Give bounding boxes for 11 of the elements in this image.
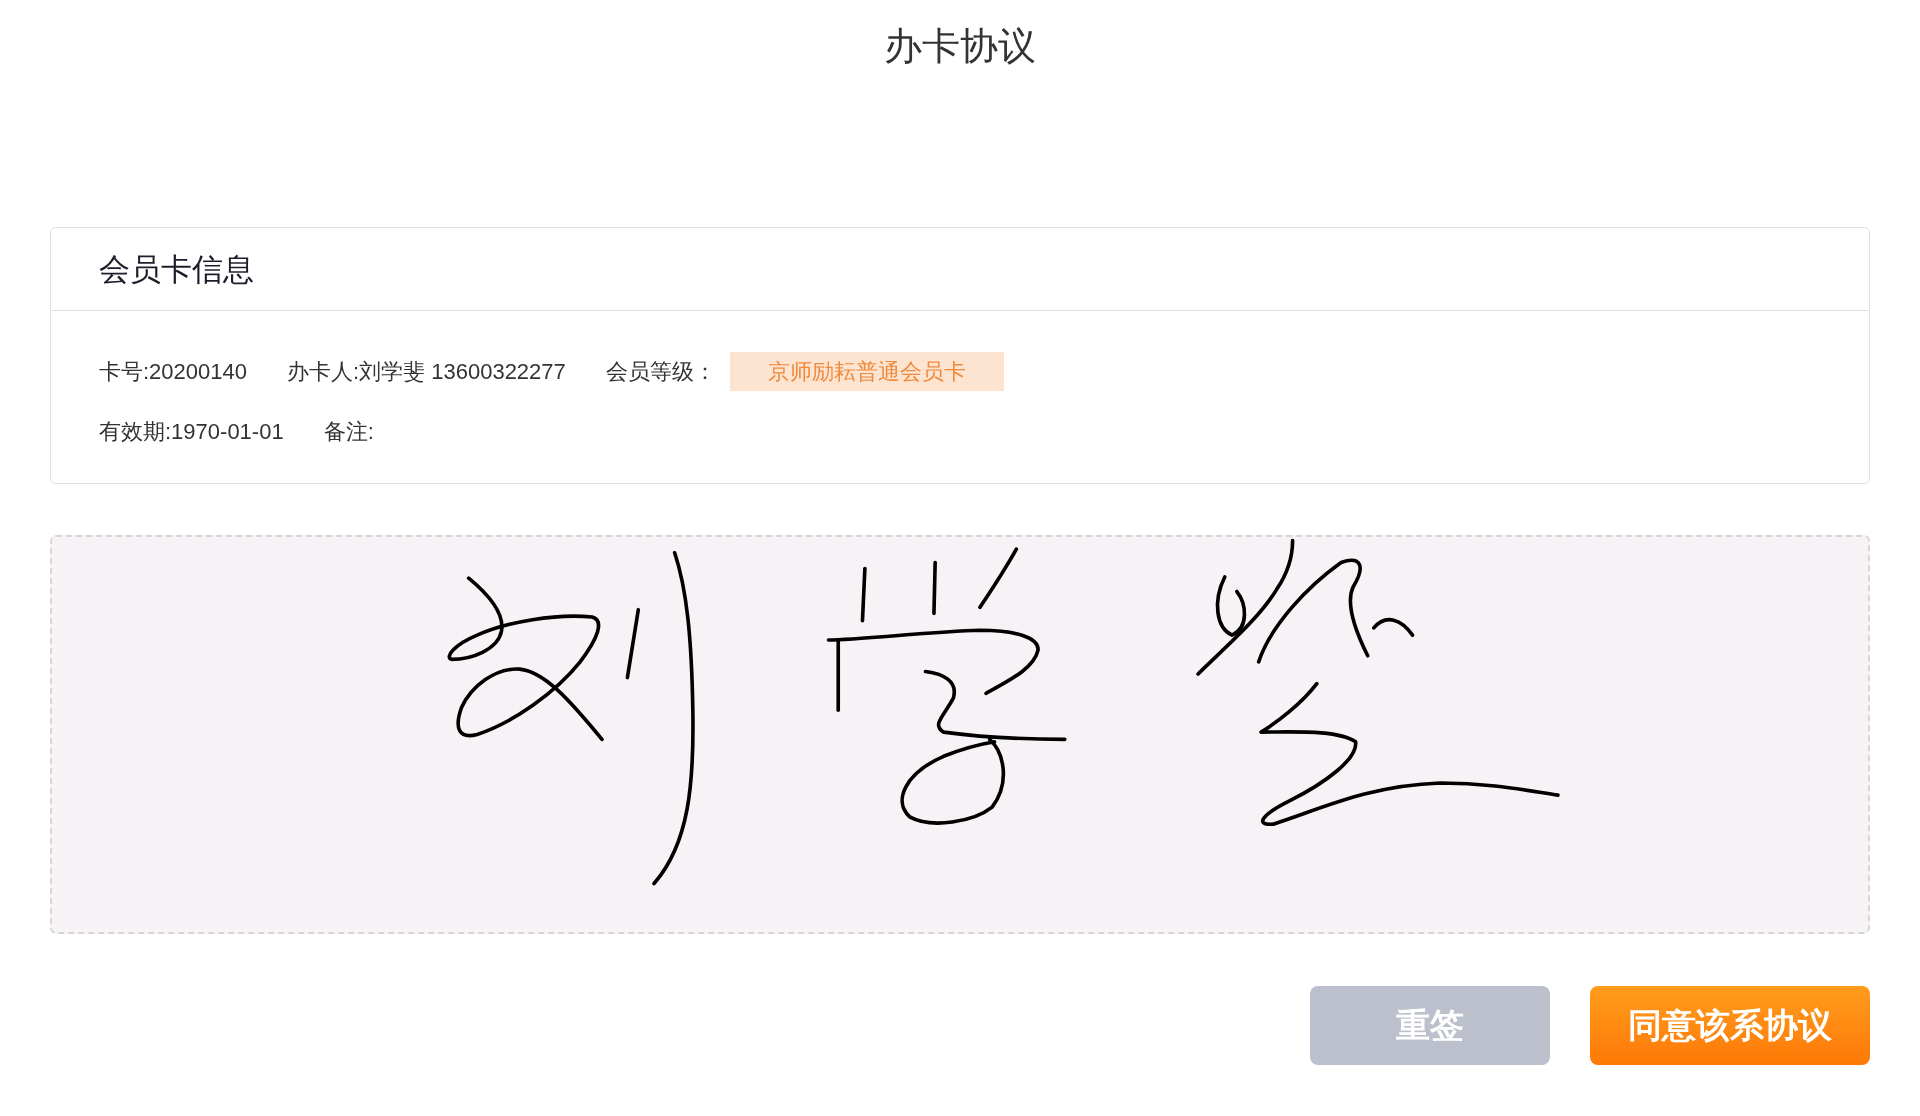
agree-button[interactable]: 同意该系协议 [1590, 986, 1870, 1065]
page-title: 办卡协议 [884, 27, 1036, 65]
re-sign-button[interactable]: 重签 [1310, 986, 1550, 1065]
info-text: 备注: [323, 417, 374, 446]
signature-pad[interactable] [50, 535, 1870, 934]
info-text: 会员等级： [605, 357, 716, 386]
info-text: 有效期:1970-01-01 [99, 417, 284, 446]
member-level-tag: 京师励耘普通会员卡 [729, 351, 1004, 391]
info-text: 办卡人:刘学斐 13600322277 [287, 357, 566, 386]
info-text: 卡号:20200140 [99, 357, 247, 386]
card-heading: 会员卡信息 [99, 253, 254, 285]
